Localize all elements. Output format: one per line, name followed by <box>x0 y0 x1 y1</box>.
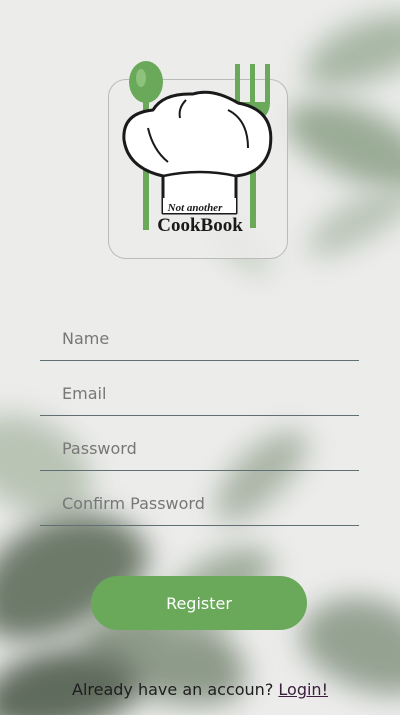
login-prompt-text: Already have an accoun? <box>72 680 274 699</box>
register-button[interactable]: Register <box>91 576 307 630</box>
password-field[interactable] <box>40 417 359 471</box>
email-input[interactable] <box>62 381 349 405</box>
password-input[interactable] <box>62 436 349 460</box>
login-prompt: Already have an accoun? Login! <box>0 680 400 699</box>
cookbook-logo: Not another CookBook <box>122 61 273 236</box>
logo-line1: Not another <box>167 202 223 214</box>
login-link[interactable]: Login! <box>278 680 328 699</box>
name-input[interactable] <box>62 326 349 350</box>
confirm-password-input[interactable] <box>62 491 349 515</box>
name-field[interactable] <box>40 307 359 361</box>
email-field[interactable] <box>40 362 359 416</box>
logo-line2: CookBook <box>157 215 243 236</box>
confirm-password-field[interactable] <box>40 472 359 526</box>
